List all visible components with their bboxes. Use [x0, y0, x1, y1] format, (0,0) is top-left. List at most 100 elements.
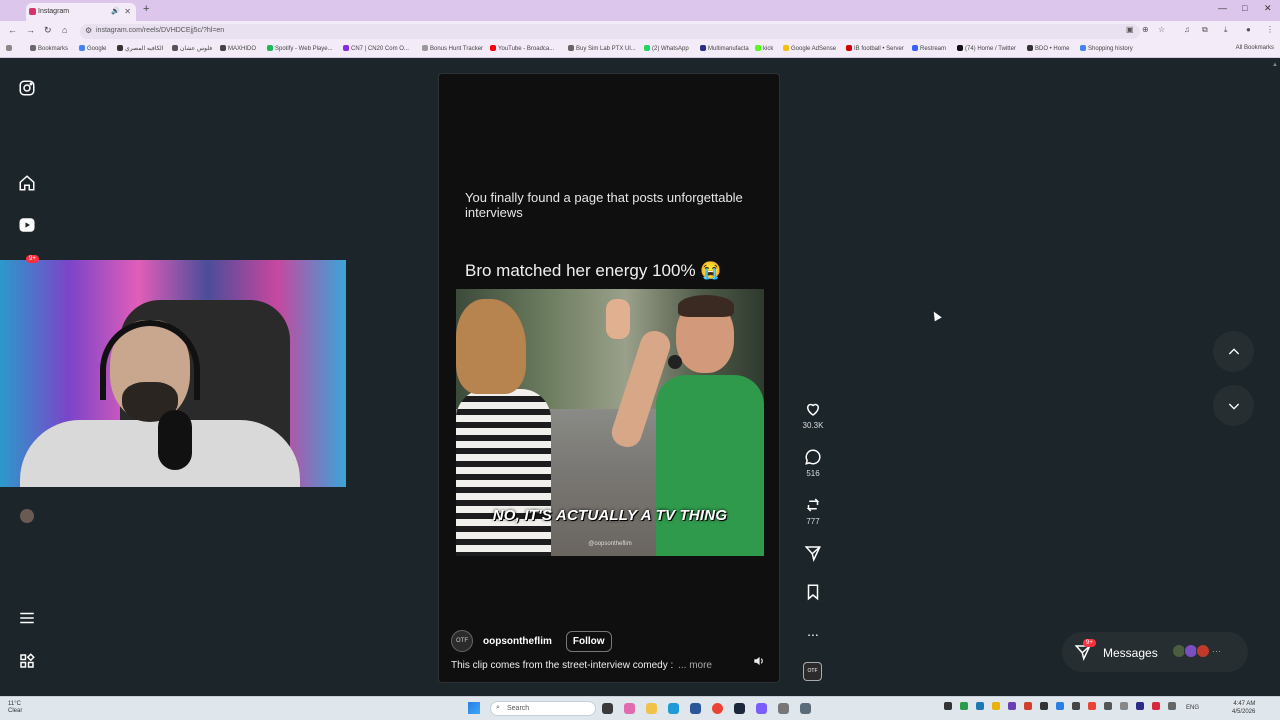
bookmark-item[interactable]: kick — [755, 45, 773, 52]
bookmark-item[interactable]: (74) Home / Twitter — [957, 45, 1016, 52]
taskbar-search[interactable]: ⌕ Search — [490, 701, 596, 716]
zoom-icon[interactable]: ⊕ — [1142, 25, 1149, 34]
save-action[interactable] — [800, 583, 826, 603]
bookmark-item[interactable]: Bonus Hunt Tracker — [422, 45, 483, 52]
reels-nav-icon[interactable] — [18, 216, 36, 234]
reload-icon[interactable]: ↻ — [44, 25, 52, 36]
heart-icon[interactable] — [804, 400, 822, 418]
bookmark-item[interactable]: Restream — [912, 45, 946, 52]
also-from-meta-icon[interactable] — [18, 652, 36, 670]
minimize-icon[interactable]: — — [1218, 3, 1227, 13]
tray-icon[interactable] — [960, 702, 968, 710]
bookmark-item[interactable]: Buy Sim Lab PTX Ul... — [568, 45, 636, 52]
tray-icon[interactable] — [1120, 702, 1128, 710]
author-username[interactable]: oopsontheflim — [483, 636, 552, 647]
site-info-icon[interactable]: ⚙ — [85, 26, 92, 35]
follow-button[interactable]: Follow — [565, 630, 612, 652]
bookmark-item[interactable]: CN7 | CN20 Com O... — [343, 45, 409, 52]
bookmark-item[interactable]: MAXHIDO — [220, 45, 256, 52]
language-indicator[interactable]: ENG — [1186, 705, 1199, 711]
tray-icon[interactable] — [1008, 702, 1016, 710]
tray-icon[interactable] — [992, 702, 1000, 710]
new-tab-icon[interactable]: + — [143, 3, 149, 15]
repost-icon[interactable] — [804, 496, 822, 514]
author-avatar[interactable]: OTF — [451, 630, 473, 652]
messages-button[interactable]: 9+ Messages ··· — [1062, 632, 1248, 672]
comment-action[interactable]: 516 — [800, 448, 826, 478]
bookmark-item[interactable]: IB football • Server — [846, 45, 904, 52]
tray-icon[interactable] — [1024, 702, 1032, 710]
tray-icon[interactable] — [1136, 702, 1144, 710]
bookmark-item[interactable]: Shopping history — [1080, 45, 1133, 52]
tray-icon[interactable] — [1104, 702, 1112, 710]
tray-icon[interactable] — [1040, 702, 1048, 710]
close-tab-icon[interactable]: ✕ — [124, 7, 131, 16]
tray-icon[interactable] — [1088, 702, 1096, 710]
audio-avatar[interactable]: OTF — [803, 662, 822, 681]
steam-icon[interactable] — [734, 703, 745, 714]
like-action[interactable]: 30.3K — [800, 400, 826, 430]
previous-reel-button[interactable] — [1213, 331, 1254, 372]
tray-icon[interactable] — [1056, 702, 1064, 710]
discord-icon[interactable] — [756, 703, 767, 714]
bookmark-item[interactable]: YouTube - Broadca... — [490, 45, 554, 52]
comment-icon[interactable] — [804, 448, 822, 466]
repost-action[interactable]: 777 — [800, 496, 826, 526]
scrollbar-arrow-icon[interactable]: ▲ — [1272, 62, 1278, 70]
file-explorer-icon[interactable] — [646, 703, 657, 714]
home-icon[interactable]: ⌂ — [62, 25, 67, 35]
bookmark-item[interactable]: Multimanufacta — [700, 45, 749, 52]
tray-icon[interactable] — [1152, 702, 1160, 710]
instagram-logo-icon[interactable] — [18, 79, 36, 97]
more-menu-icon[interactable] — [18, 609, 36, 627]
media-icon[interactable]: ♫ — [1184, 25, 1190, 34]
tray-icon[interactable] — [976, 702, 984, 710]
maximize-icon[interactable]: □ — [1242, 3, 1247, 13]
back-icon[interactable]: ← — [8, 25, 17, 35]
network-icon[interactable] — [1168, 702, 1176, 710]
settings-icon[interactable] — [778, 703, 789, 714]
share-action[interactable] — [800, 544, 826, 564]
taskbar-clock[interactable]: 4:47 AM 4/5/2026 — [1232, 700, 1255, 716]
bookmark-item[interactable]: BDO • Home — [1027, 45, 1069, 52]
tray-icon[interactable] — [1072, 702, 1080, 710]
apps-icon[interactable] — [6, 45, 14, 52]
bookmark-icon[interactable] — [804, 583, 822, 601]
edge-icon[interactable] — [668, 703, 679, 714]
task-view-icon[interactable] — [602, 703, 613, 714]
reel-video-frame[interactable]: NO, IT'S ACTUALLY A TV THING @oopsonthef… — [456, 289, 764, 556]
extensions-icon[interactable]: ⧉ — [1202, 25, 1208, 35]
speaker-icon[interactable]: 🔊 — [111, 7, 120, 15]
install-icon[interactable]: ▣ — [1126, 25, 1134, 34]
app-icon[interactable] — [690, 703, 701, 714]
windows-start-icon[interactable] — [468, 702, 480, 714]
menu-icon[interactable]: ⋮ — [1266, 25, 1274, 34]
reel-player[interactable]: You finally found a page that posts unfo… — [438, 73, 780, 683]
bookmark-item[interactable]: الكافيه المصري — [117, 45, 163, 52]
all-bookmarks[interactable]: All Bookmarks — [1236, 45, 1274, 51]
volume-icon[interactable] — [752, 654, 766, 668]
weather-widget[interactable]: 11°C Clear — [8, 701, 22, 715]
tray-icon[interactable] — [944, 702, 952, 710]
browser-tab[interactable]: Instagram 🔊 ✕ — [26, 3, 136, 21]
home-nav-icon[interactable] — [18, 174, 36, 192]
bookmark-item[interactable]: فلوس عشان — [172, 45, 212, 52]
bookmark-item[interactable]: Bookmarks — [30, 45, 68, 52]
bookmark-item[interactable]: Google AdSense — [783, 45, 836, 52]
bookmark-item[interactable]: Spotify - Web Playe... — [267, 45, 333, 52]
address-bar[interactable]: ⚙ instagram.com/reels/DVHDCEjj5c/?hl=en — [80, 24, 1140, 39]
profile-avatar[interactable]: ● — [1246, 25, 1251, 34]
bookmark-item[interactable]: Google — [79, 45, 106, 52]
copilot-icon[interactable] — [624, 703, 635, 714]
bookmark-item[interactable]: (2) WhatsApp — [644, 45, 689, 52]
more-link[interactable]: ... more — [678, 660, 712, 671]
forward-icon[interactable]: → — [26, 25, 35, 35]
star-icon[interactable]: ☆ — [1158, 25, 1165, 34]
more-options-icon[interactable]: ... — [800, 623, 826, 639]
downloads-icon[interactable]: ⤓ — [1224, 25, 1228, 35]
close-window-icon[interactable]: ✕ — [1264, 3, 1272, 14]
calculator-icon[interactable] — [800, 703, 811, 714]
chrome-icon[interactable] — [712, 703, 723, 714]
profile-avatar[interactable] — [20, 509, 34, 523]
next-reel-button[interactable] — [1213, 385, 1254, 426]
